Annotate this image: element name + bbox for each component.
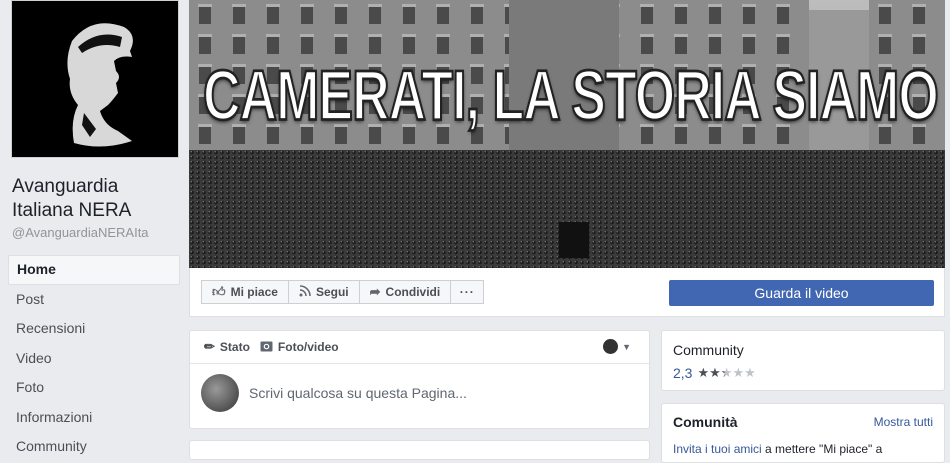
composer-body[interactable]: Scrivi qualcosa su questa Pagina... bbox=[190, 364, 649, 422]
left-column: Avanguardia Italiana NERA @AvanguardiaNE… bbox=[0, 0, 188, 454]
nav-item-community[interactable]: Community bbox=[8, 432, 180, 462]
rating-value: 2,3 bbox=[673, 365, 693, 381]
nav-item-home[interactable]: Home bbox=[8, 255, 180, 285]
more-options-button[interactable]: ··· bbox=[450, 280, 485, 304]
nav-item-video[interactable]: Video bbox=[8, 344, 180, 374]
share-button[interactable]: ➦ Condividi bbox=[358, 280, 452, 304]
tab-status-label: Stato bbox=[219, 340, 250, 354]
page-handle[interactable]: @AvanguardiaNERAIta bbox=[12, 225, 149, 240]
show-all-link[interactable]: Mostra tutti bbox=[874, 415, 933, 429]
invite-friends-text: a mettere "Mi piace" a bbox=[761, 442, 883, 456]
star-icon: ★ bbox=[697, 365, 710, 380]
comunita-card: Comunità Mostra tutti Invita i tuoi amic… bbox=[661, 403, 945, 463]
page-nav: Home Post Recensioni Video Foto Informaz… bbox=[8, 255, 180, 462]
invite-friends-line: Invita i tuoi amici a mettere "Mi piace"… bbox=[673, 442, 933, 456]
nav-item-foto[interactable]: Foto bbox=[8, 373, 180, 403]
follow-button[interactable]: Segui bbox=[287, 280, 360, 304]
tab-photo-video[interactable]: Foto/video bbox=[260, 340, 339, 355]
action-button-group: 👍︎ Mi piace Segui ➦ Condividi ··· bbox=[201, 280, 485, 304]
nav-item-post[interactable]: Post bbox=[8, 285, 180, 315]
share-label: Condividi bbox=[385, 285, 441, 299]
rating-stars: ★★★★★ bbox=[697, 365, 755, 381]
invite-friends-link[interactable]: Invita i tuoi amici bbox=[673, 442, 762, 456]
star-icon: ★ bbox=[744, 365, 756, 380]
comunita-card-title: Comunità bbox=[673, 414, 738, 430]
nav-item-recensioni[interactable]: Recensioni bbox=[8, 314, 180, 344]
cover-photo[interactable]: CAMERATI, LA STORIA SIAMO NOI. bbox=[189, 0, 945, 268]
composer-input[interactable]: Scrivi qualcosa su questa Pagina... bbox=[249, 385, 467, 401]
star-icon: ★ bbox=[720, 365, 733, 380]
composer-avatar bbox=[201, 374, 239, 412]
follow-label: Segui bbox=[315, 285, 349, 299]
page-name[interactable]: Avanguardia Italiana NERA bbox=[12, 175, 182, 223]
star-icon: ★ bbox=[709, 365, 721, 380]
share-arrow-icon: ➦ bbox=[369, 284, 381, 299]
star-icon: ★ bbox=[732, 365, 745, 380]
rating-row[interactable]: 2,3 ★★★★★ bbox=[673, 365, 933, 381]
watch-video-button[interactable]: Guarda il video bbox=[669, 280, 934, 306]
like-button[interactable]: 👍︎ Mi piace bbox=[201, 280, 289, 304]
tab-status[interactable]: ✏︎ Stato bbox=[204, 339, 250, 355]
more-label: ··· bbox=[459, 285, 475, 299]
next-feed-card bbox=[189, 440, 650, 460]
nav-item-informazioni[interactable]: Informazioni bbox=[8, 403, 180, 433]
page-profile-picture[interactable] bbox=[11, 0, 179, 158]
camera-icon bbox=[260, 340, 273, 355]
pencil-icon: ✏︎ bbox=[204, 339, 215, 354]
rss-follow-icon bbox=[299, 284, 311, 300]
post-as-selector[interactable]: ▼ bbox=[603, 339, 631, 354]
page-action-bar: 👍︎ Mi piace Segui ➦ Condividi ··· Guarda… bbox=[189, 268, 945, 317]
tab-photo-label: Foto/video bbox=[277, 340, 339, 354]
composer-tabs: ✏︎ Stato Foto/video ▼ bbox=[190, 331, 649, 364]
cover-title-text: CAMERATI, LA STORIA SIAMO NOI. bbox=[202, 56, 945, 137]
caret-down-icon: ▼ bbox=[622, 341, 631, 352]
thumbs-up-icon: 👍︎ bbox=[212, 284, 226, 299]
community-rating-card: Community 2,3 ★★★★★ bbox=[661, 330, 945, 391]
comunita-card-header: Comunità Mostra tutti bbox=[673, 414, 933, 430]
post-as-avatar bbox=[603, 339, 619, 354]
like-label: Mi piace bbox=[230, 285, 278, 299]
post-composer: ✏︎ Stato Foto/video ▼ Scrivi qualcosa su… bbox=[189, 330, 650, 429]
community-card-title: Community bbox=[673, 342, 744, 358]
